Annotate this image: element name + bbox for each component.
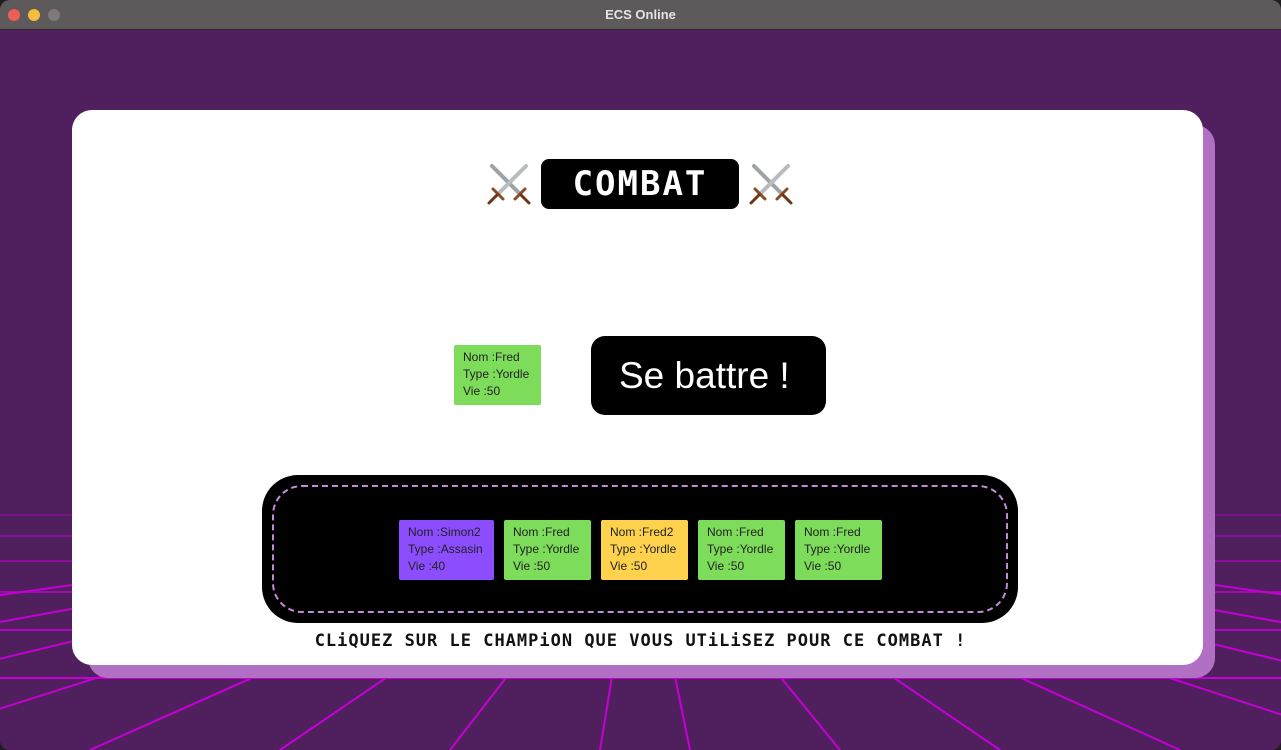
champion-name: Simon2 [440, 525, 481, 539]
type-label: Type : [463, 367, 496, 381]
vie-label: Vie : [513, 559, 537, 573]
crossed-swords-icon [487, 164, 531, 205]
vie-label: Vie : [463, 384, 487, 398]
champion-name: Fred [836, 525, 861, 539]
champion-type: Yordle [545, 542, 580, 556]
nom-label: Nom : [408, 525, 441, 539]
nom-label: Nom : [707, 525, 740, 539]
nom-label: Nom : [610, 525, 643, 539]
nom-label: Nom : [804, 525, 837, 539]
page-title: COMBAT [541, 159, 739, 209]
champion-name: Fred [495, 350, 520, 364]
roster-champion-card[interactable]: Nom :Simon2 Type :Assasin Vie :40 [399, 520, 494, 580]
vie-label: Vie : [610, 559, 634, 573]
type-label: Type : [513, 542, 546, 556]
instruction-text: CLiQUEZ SUR LE CHAMPiON QUE VOUS UTiLiSE… [314, 631, 967, 651]
champion-life: 50 [827, 559, 842, 573]
champion-life: 40 [431, 559, 446, 573]
type-label: Type : [707, 542, 740, 556]
champion-life: 50 [730, 559, 745, 573]
champion-type: Yordle [642, 542, 677, 556]
roster-champion-card[interactable]: Nom :Fred Type :Yordle Vie :50 [698, 520, 785, 580]
type-label: Type : [804, 542, 837, 556]
champion-life: 50 [486, 384, 501, 398]
champion-type: Yordle [739, 542, 774, 556]
champion-name: Fred [739, 525, 764, 539]
champion-name: Fred [545, 525, 570, 539]
champion-name: Fred2 [642, 525, 674, 539]
champion-life: 50 [633, 559, 648, 573]
champion-type: Yordle [495, 367, 530, 381]
champion-life: 50 [536, 559, 551, 573]
app-content: COMBAT Nom :Fred Type :Yordle Vie :50 Se… [0, 30, 1281, 750]
type-label: Type : [610, 542, 643, 556]
roster-champion-card[interactable]: Nom :Fred2 Type :Yordle Vie :50 [601, 520, 688, 580]
roster-champion-card[interactable]: Nom :Fred Type :Yordle Vie :50 [795, 520, 882, 580]
crossed-swords-icon [749, 164, 793, 205]
vie-label: Vie : [408, 559, 432, 573]
vie-label: Vie : [707, 559, 731, 573]
roster-champion-card[interactable]: Nom :Fred Type :Yordle Vie :50 [504, 520, 591, 580]
fight-button[interactable]: Se battre ! [591, 336, 826, 415]
champion-type: Assasin [440, 542, 483, 556]
vie-label: Vie : [804, 559, 828, 573]
champion-type: Yordle [836, 542, 871, 556]
title-bar: ECS Online [0, 0, 1281, 30]
app-window: ECS Online COMBAT Nom:Fred Type:Yordle… [0, 0, 1281, 750]
type-label: Type : [408, 542, 441, 556]
nom-label: Nom : [513, 525, 546, 539]
window-title: ECS Online [605, 7, 676, 22]
nom-label: Nom : [463, 350, 496, 364]
selected-champion-card: Nom :Fred Type :Yordle Vie :50 [454, 345, 541, 405]
